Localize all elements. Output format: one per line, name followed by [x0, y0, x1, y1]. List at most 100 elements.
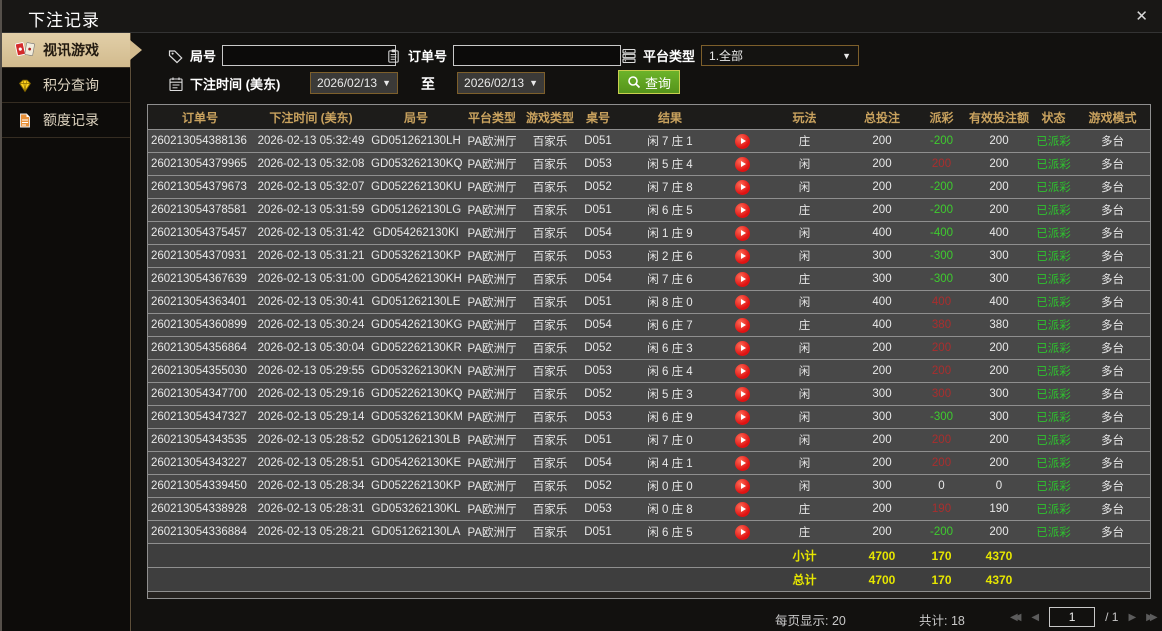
- table-row[interactable]: 260213054343227 2026-02-13 05:28:51 GD05…: [148, 451, 1150, 475]
- sidebar-item-quota-records[interactable]: 额度记录: [2, 103, 130, 138]
- play-video-icon[interactable]: [734, 455, 750, 471]
- cell-game-mode: 多台: [1075, 290, 1150, 314]
- table-row[interactable]: 260213054379965 2026-02-13 05:32:08 GD05…: [148, 152, 1150, 176]
- table-row[interactable]: 260213054367639 2026-02-13 05:31:00 GD05…: [148, 267, 1150, 291]
- cell-order-id: 260213054378581: [148, 198, 252, 222]
- table-row[interactable]: 260213054370931 2026-02-13 05:31:21 GD05…: [148, 244, 1150, 268]
- close-icon[interactable]: ✕: [1135, 7, 1148, 25]
- sidebar-item-points-query[interactable]: 积分查询: [2, 68, 130, 103]
- cell-total-bet: 200: [847, 129, 917, 153]
- order-number-input[interactable]: [453, 45, 622, 66]
- search-button[interactable]: 查询: [618, 70, 681, 94]
- cell-payout: -200: [917, 129, 966, 153]
- cell-round: GD053262130KP: [370, 244, 462, 268]
- col-game-type: 游戏类型: [522, 105, 578, 130]
- cell-order-id: 260213054356864: [148, 336, 252, 360]
- cell-table-no: D051: [578, 129, 618, 153]
- table-row[interactable]: 260213054375457 2026-02-13 05:31:42 GD05…: [148, 221, 1150, 245]
- cell-round: GD051262130LB: [370, 428, 462, 452]
- cell-platform: PA欧洲厅: [462, 336, 522, 360]
- cell-platform: PA欧洲厅: [462, 129, 522, 153]
- cell-game-type: 百家乐: [522, 313, 578, 337]
- cell-payout: 380: [917, 313, 966, 337]
- first-page-icon[interactable]: ◀◀: [1010, 612, 1022, 623]
- cell-game-type: 百家乐: [522, 175, 578, 199]
- cell-order-id: 260213054338928: [148, 497, 252, 521]
- sidebar-item-video-games[interactable]: 视讯游戏: [2, 33, 142, 68]
- last-page-icon[interactable]: ▶▶: [1146, 612, 1158, 623]
- cell-game-mode: 多台: [1075, 175, 1150, 199]
- play-video-icon[interactable]: [734, 524, 750, 540]
- date-from-select[interactable]: 2026/02/13 ▼: [310, 72, 398, 94]
- cell-platform: PA欧洲厅: [462, 152, 522, 176]
- table-row[interactable]: 260213054343535 2026-02-13 05:28:52 GD05…: [148, 428, 1150, 452]
- page-number-input[interactable]: [1049, 607, 1096, 627]
- col-round: 局号: [370, 105, 462, 130]
- play-video-icon[interactable]: [734, 271, 750, 287]
- table-row[interactable]: 260213054355030 2026-02-13 05:29:55 GD05…: [148, 359, 1150, 383]
- cell-status: 已派彩: [1032, 129, 1075, 153]
- cell-table-no: D052: [578, 382, 618, 406]
- round-number-filter: 局号: [167, 45, 397, 66]
- table-row[interactable]: 260213054347327 2026-02-13 05:29:14 GD05…: [148, 405, 1150, 429]
- cell-result: 闲 6 庄 3: [618, 336, 722, 360]
- cell-total-bet: 200: [847, 175, 917, 199]
- order-number-filter: 订单号: [385, 45, 622, 66]
- cell-valid-bet: 380: [966, 313, 1032, 337]
- cell-round: GD053262130KN: [370, 359, 462, 383]
- play-video-icon[interactable]: [734, 179, 750, 195]
- bet-time-filter: 下注时间 (美东): [167, 74, 280, 93]
- table-row[interactable]: 260213054356864 2026-02-13 05:30:04 GD05…: [148, 336, 1150, 360]
- table-row[interactable]: 260213054347700 2026-02-13 05:29:16 GD05…: [148, 382, 1150, 406]
- next-page-icon[interactable]: ▶: [1128, 612, 1136, 623]
- prev-page-icon[interactable]: ◀: [1031, 612, 1039, 623]
- cell-status: 已派彩: [1032, 313, 1075, 337]
- play-video-icon[interactable]: [734, 294, 750, 310]
- play-video-icon[interactable]: [734, 156, 750, 172]
- play-video-icon[interactable]: [734, 225, 750, 241]
- play-video-icon[interactable]: [734, 133, 750, 149]
- round-number-input[interactable]: [222, 45, 397, 66]
- date-to-select[interactable]: 2026/02/13 ▼: [457, 72, 545, 94]
- cell-bet-on: 闲: [762, 290, 847, 314]
- cell-replay: [722, 451, 762, 475]
- cell-bet-time: 2026-02-13 05:29:16: [252, 382, 370, 406]
- cell-game-type: 百家乐: [522, 405, 578, 429]
- play-video-icon[interactable]: [734, 478, 750, 494]
- table-row[interactable]: 260213054339450 2026-02-13 05:28:34 GD05…: [148, 474, 1150, 498]
- table-row[interactable]: 260213054360899 2026-02-13 05:30:24 GD05…: [148, 313, 1150, 337]
- play-video-icon[interactable]: [734, 409, 750, 425]
- cell-order-id: 260213054370931: [148, 244, 252, 268]
- play-video-icon[interactable]: [734, 340, 750, 356]
- play-video-icon[interactable]: [734, 363, 750, 379]
- cell-status: 已派彩: [1032, 520, 1075, 544]
- play-video-icon[interactable]: [734, 202, 750, 218]
- table-row[interactable]: 260213054379673 2026-02-13 05:32:07 GD05…: [148, 175, 1150, 199]
- cell-payout: -200: [917, 198, 966, 222]
- play-video-icon[interactable]: [734, 386, 750, 402]
- table-row[interactable]: 260213054338928 2026-02-13 05:28:31 GD05…: [148, 497, 1150, 521]
- subtotal-row: 小计 4700 170 4370: [148, 543, 1150, 568]
- table-row[interactable]: 260213054336884 2026-02-13 05:28:21 GD05…: [148, 520, 1150, 544]
- cell-bet-on: 闲: [762, 474, 847, 498]
- play-video-icon[interactable]: [734, 248, 750, 264]
- date-to-value: 2026/02/13: [464, 76, 525, 90]
- cell-bet-time: 2026-02-13 05:28:31: [252, 497, 370, 521]
- play-video-icon[interactable]: [734, 501, 750, 517]
- cell-result: 闲 2 庄 6: [618, 244, 722, 268]
- play-video-icon[interactable]: [734, 317, 750, 333]
- table-row[interactable]: 260213054388136 2026-02-13 05:32:49 GD05…: [148, 129, 1150, 153]
- col-status: 状态: [1032, 105, 1075, 130]
- cell-bet-time: 2026-02-13 05:32:07: [252, 175, 370, 199]
- cell-bet-on: 闲: [762, 405, 847, 429]
- cell-game-type: 百家乐: [522, 451, 578, 475]
- table-row[interactable]: 260213054378581 2026-02-13 05:31:59 GD05…: [148, 198, 1150, 222]
- table-row[interactable]: 260213054363401 2026-02-13 05:30:41 GD05…: [148, 290, 1150, 314]
- platform-type-select[interactable]: 1.全部 ▼: [701, 45, 860, 66]
- play-video-icon[interactable]: [734, 432, 750, 448]
- chevron-down-icon: ▼: [842, 50, 852, 61]
- cell-total-bet: 200: [847, 152, 917, 176]
- cell-total-bet: 400: [847, 313, 917, 337]
- cell-payout: 0: [917, 474, 966, 498]
- cell-order-id: 260213054367639: [148, 267, 252, 291]
